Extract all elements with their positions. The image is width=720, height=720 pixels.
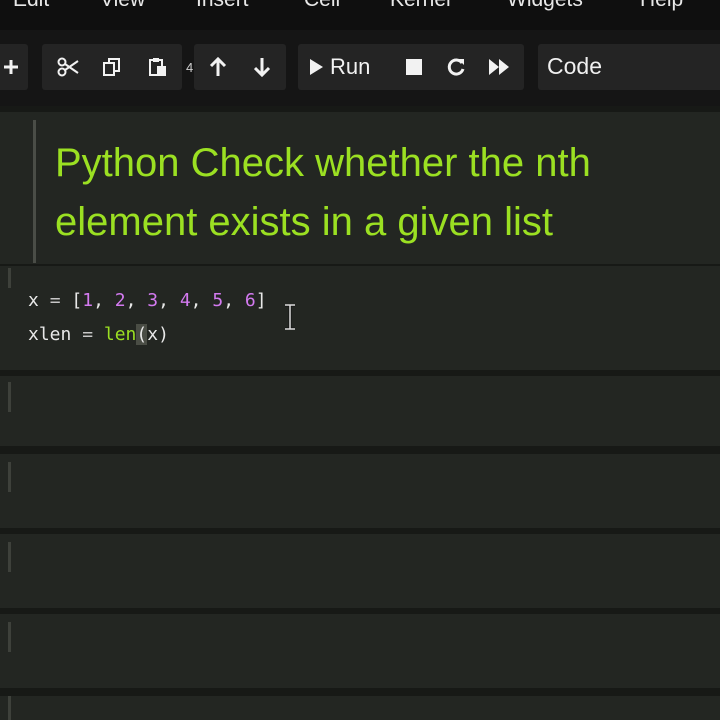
code-line-2: xlen = len(x) <box>28 324 169 345</box>
move-up-button[interactable] <box>198 44 238 90</box>
code-cell-empty[interactable] <box>0 614 720 688</box>
code-cell-empty[interactable] <box>0 534 720 608</box>
cell-edge <box>8 542 11 572</box>
cell-edge <box>8 268 11 288</box>
num-3: 3 <box>147 290 159 311</box>
code-cell-empty[interactable] <box>0 454 720 528</box>
menu-help[interactable]: Help <box>640 0 683 12</box>
menu-view[interactable]: View <box>100 0 145 12</box>
notebook-container: Python Check whether the nth element exi… <box>0 106 720 720</box>
run-label: Run <box>330 54 371 79</box>
code-line-1: x = [1, 2, 3, 4, 5, 6] <box>28 290 267 311</box>
insert-cell-button[interactable] <box>0 44 28 90</box>
cell-prompt-bar <box>33 120 36 263</box>
menu-insert[interactable]: Insert <box>196 0 249 12</box>
code-cell-empty[interactable] <box>0 696 720 720</box>
len-function: len <box>103 324 137 345</box>
toolbar-group-insert <box>0 44 28 90</box>
move-down-button[interactable] <box>242 44 282 90</box>
toolbar-badge: 4 <box>186 60 194 75</box>
menu-cell[interactable]: Cell <box>304 0 340 12</box>
toolbar: 4 Run Code <box>0 30 720 106</box>
assign-op: = <box>49 290 61 311</box>
jupyter-notebook-window: Edit View Insert Cell Kernel Widgets Hel… <box>0 0 720 720</box>
paren-open: ( <box>136 324 148 345</box>
assign-op-2: = <box>82 324 94 345</box>
toolbar-group-move <box>194 44 286 90</box>
num-5: 5 <box>212 290 224 311</box>
fast-forward-icon <box>489 59 509 75</box>
restart-icon <box>447 58 465 76</box>
cell-type-select[interactable]: Code <box>538 44 720 90</box>
menu-kernel[interactable]: Kernel <box>390 0 451 12</box>
var-x: x <box>28 290 39 311</box>
run-all-button[interactable] <box>482 44 516 90</box>
menu-widgets[interactable]: Widgets <box>507 0 583 12</box>
toolbar-group-run: Run <box>298 44 524 90</box>
text-cursor-icon <box>285 304 295 330</box>
num-6: 6 <box>244 290 256 311</box>
arrow-down-icon <box>253 58 271 77</box>
num-1: 1 <box>82 290 94 311</box>
arrow-up-icon <box>209 57 227 76</box>
restart-button[interactable] <box>440 44 472 90</box>
cell-edge <box>8 696 11 720</box>
plus-icon <box>4 60 18 74</box>
num-2: 2 <box>114 290 126 311</box>
cell-edge <box>8 622 11 652</box>
cell-edge <box>8 462 11 492</box>
menu-bar: Edit View Insert Cell Kernel Widgets Hel… <box>0 0 720 30</box>
run-icon <box>310 59 323 75</box>
code-cell-active[interactable]: x = [1, 2, 3, 4, 5, 6] xlen = len(x) <box>0 266 720 370</box>
markdown-heading: Python Check whether the nth element exi… <box>55 141 591 244</box>
stop-button[interactable] <box>398 44 430 90</box>
menu-edit[interactable]: Edit <box>13 0 49 12</box>
cell-edge <box>8 382 11 412</box>
markdown-cell[interactable]: Python Check whether the nth element exi… <box>0 112 720 264</box>
cut-icon <box>57 57 79 77</box>
run-button[interactable]: Run <box>308 44 392 90</box>
code-cell-empty[interactable] <box>0 376 720 446</box>
toolbar-group-edit <box>42 44 182 90</box>
copy-button[interactable] <box>92 44 132 90</box>
num-4: 4 <box>179 290 191 311</box>
paste-icon <box>149 58 166 76</box>
copy-icon <box>103 58 120 76</box>
stop-icon <box>406 59 422 75</box>
cut-button[interactable] <box>48 44 88 90</box>
paste-button[interactable] <box>138 44 178 90</box>
paren-close: ) <box>158 324 169 345</box>
